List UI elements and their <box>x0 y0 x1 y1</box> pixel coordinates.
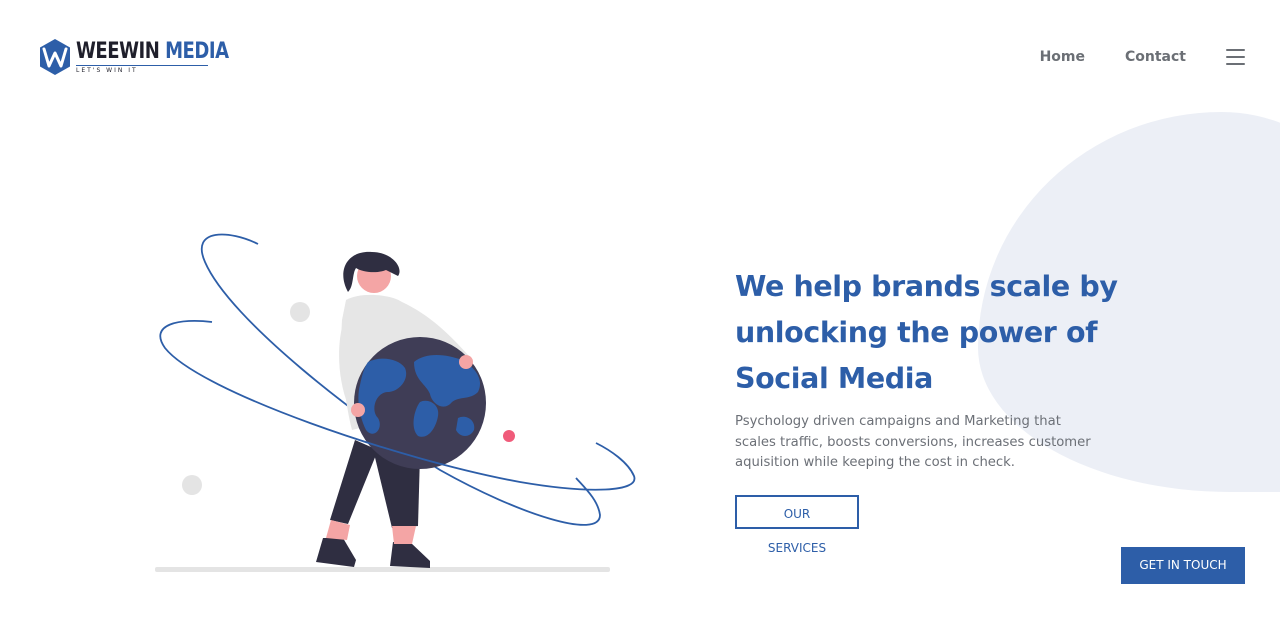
page: WEEWIN MEDIA LET'S WIN IT Home Contact W… <box>0 0 1280 638</box>
hero-subtitle: Psychology driven campaigns and Marketin… <box>735 414 1091 470</box>
hero-section: We help brands scale by unlocking the po… <box>735 264 1175 556</box>
decor-dot <box>182 475 202 495</box>
weewin-w-logo-icon <box>40 39 70 75</box>
logo-word-media: MEDIA <box>165 38 229 64</box>
brand-logo[interactable]: WEEWIN MEDIA LET'S WIN IT <box>38 38 262 76</box>
nav-link-home[interactable]: Home <box>1040 49 1085 65</box>
hero-title: We help brands scale by unlocking the po… <box>735 270 1118 395</box>
main-nav: Home Contact <box>1040 49 1245 65</box>
woman-holding-globe-illustration <box>155 233 636 572</box>
accent-dot <box>503 430 515 442</box>
logo-text: WEEWIN MEDIA LET'S WIN IT <box>76 38 262 74</box>
figure-ankle <box>392 526 416 544</box>
logo-tagline: LET'S WIN IT <box>76 64 208 74</box>
figure-hand <box>459 355 473 369</box>
hamburger-line <box>1226 56 1245 58</box>
figure-boot <box>316 538 356 567</box>
floor-line <box>155 567 610 572</box>
hamburger-menu-icon[interactable] <box>1226 49 1245 65</box>
nav-link-contact[interactable]: Contact <box>1125 49 1186 65</box>
our-services-button[interactable]: OUR SERVICES <box>735 494 859 555</box>
hamburger-line <box>1226 49 1245 51</box>
get-in-touch-button[interactable]: GET IN TOUCH <box>1121 547 1245 584</box>
hamburger-line <box>1226 63 1245 65</box>
logo-wordmark: WEEWIN MEDIA <box>76 38 229 64</box>
decor-dot <box>290 302 310 322</box>
logo-word-weewin: WEEWIN <box>76 38 160 64</box>
figure-leg <box>330 440 378 524</box>
figure-boot <box>390 542 430 568</box>
figure-hand <box>351 403 365 417</box>
